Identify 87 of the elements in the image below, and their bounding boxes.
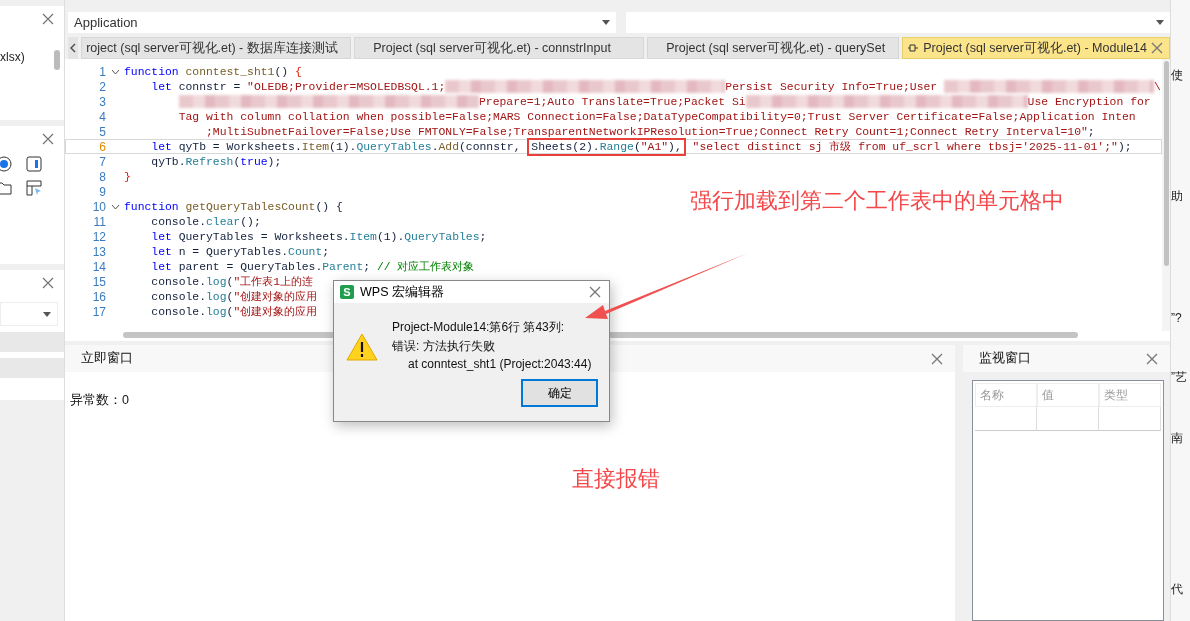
code-text: console.log("创建对象的应用 [150, 289, 318, 304]
line-number: 7 [98, 154, 106, 169]
line-number: 8 [98, 169, 106, 184]
editor-tab[interactable]: roject (sql server可视化.et) - 数据库连接测试 [81, 37, 352, 59]
line-number: 13 [91, 244, 106, 259]
close-icon [42, 277, 54, 289]
line-number: 17 [91, 304, 106, 319]
line-number: 6 [98, 139, 106, 154]
code-text: let connstr = "OLEDB;Provider=MSOLEDBSQL.1; Persist Security Info=True;User \ [150, 80, 1161, 93]
ok-button[interactable]: 确定 [521, 379, 598, 407]
pin-icon [907, 42, 920, 54]
pane-title: 立即窗口 [81, 350, 133, 367]
scroll-left-button[interactable] [68, 37, 79, 59]
warning-icon [346, 333, 378, 361]
code-editor[interactable] [65, 59, 1170, 341]
close-button[interactable] [587, 284, 603, 300]
table-cell[interactable] [975, 407, 1037, 431]
panel-text: 使 [1171, 67, 1184, 84]
code-text: let n = QueryTables.Count; [150, 245, 330, 258]
code-text: console.clear(); [150, 215, 261, 228]
scrollbar-thumb[interactable] [54, 50, 60, 70]
panel-text: 代 [1171, 581, 1184, 598]
error-message: 错误: 方法执行失败 [392, 338, 496, 355]
close-icon [589, 286, 601, 298]
tree-item[interactable]: xlsx) [0, 50, 64, 64]
fold-icon[interactable] [110, 68, 120, 75]
editor-tab[interactable]: Project (sql server可视化.et) - connstrInput [354, 37, 645, 59]
vertical-scrollbar[interactable] [1162, 59, 1170, 331]
folder-icon[interactable] [0, 180, 12, 196]
caret-icon [601, 20, 610, 25]
editor-tab[interactable]: Project (sql server可视化.et) - querySet [647, 37, 900, 59]
code-text: function getQueryTablesCount() { [124, 200, 343, 213]
line-number: 3 [98, 94, 106, 109]
annotation-text: 直接报错 [572, 465, 660, 493]
caret-icon [43, 311, 51, 317]
code-text: let QueryTables = Worksheets.Item(1).QueryTables; [150, 230, 487, 243]
app-icon: S [340, 285, 354, 299]
highlight-frame: Sheets(2).Range("A1"), [527, 137, 686, 156]
annotation-text: 强行加载到第二个工作表中的单元格中 [690, 187, 1064, 215]
code-text: let qyTb = Worksheets.Item(1).QueryTables.Add(connstr, Sheets(2).Range("A1"), "select distinct sj 市级 from uf_scrl where tbsj='2025-11-01';"); [124, 139, 1132, 154]
line-number: 1 [98, 64, 106, 79]
error-message: Project-Module14:第6行 第43列: [392, 319, 566, 336]
line-number: 16 [91, 289, 106, 304]
fold-icon[interactable] [110, 203, 120, 210]
panel-icon[interactable] [26, 156, 42, 172]
close-button[interactable] [40, 11, 56, 27]
close-button[interactable] [40, 275, 56, 291]
line-number: 2 [98, 79, 106, 94]
panel-text: 助 [1171, 188, 1184, 205]
code-text: console.log("创建对象的应用 [150, 304, 318, 319]
line-number: 5 [98, 124, 106, 139]
table-cell[interactable] [1037, 407, 1099, 431]
line-number: 11 [92, 214, 106, 229]
code-text: function conntest_sht1() { [124, 65, 302, 78]
close-button[interactable] [40, 131, 56, 147]
code-text: let parent = QueryTables.Parent; // 对应工作表对象 [150, 259, 475, 274]
panel-text: 南 [1171, 430, 1184, 447]
code-text: ;MultiSubnetFailover=False;Use FMTONLY=False;TransparentNetworkIPResolution=True;Connect Retry Count=1;Connect Retry Interval=10"; [205, 125, 1095, 138]
code-text: qyTb.Refresh(true); [150, 155, 282, 168]
error-message: at conntest_sht1 (Project:2043:44) [407, 357, 592, 371]
line-number: 9 [98, 184, 106, 199]
line-number: 15 [91, 274, 106, 289]
caret-icon [1156, 20, 1164, 25]
line-number: 14 [91, 259, 106, 274]
close-icon [1146, 352, 1158, 365]
table-cell[interactable] [1099, 407, 1161, 431]
code-text: Prepare=1;Auto Translate=True;Packet Si Use Encryption for [124, 95, 1151, 108]
panel-text: ”艺 [1171, 369, 1188, 386]
code-text: console.log("工作表1上的连 [150, 274, 314, 289]
dialog-title: WPS 宏编辑器 [360, 283, 445, 301]
code-text: } [124, 170, 131, 183]
pane-title: 监视窗口 [979, 350, 1031, 367]
panel-text: ”? [1171, 311, 1183, 325]
line-number: 4 [98, 109, 106, 124]
chevron-left-icon [70, 43, 77, 53]
close-icon [42, 133, 54, 145]
close-icon [1151, 42, 1163, 54]
code-text: Tag with column collation when possible=False;MARS Connection=False;DataTypeCompatibility=0;Trust Server Certificate=False;Application Inten [177, 110, 1136, 123]
object-dropdown[interactable]: Application [68, 12, 616, 33]
output-line: 异常数：0 [70, 392, 129, 409]
close-icon [931, 352, 943, 365]
close-icon [42, 13, 54, 25]
radio-icon[interactable] [0, 156, 12, 172]
editor-tab[interactable]: Project (sql server可视化.et) - Module14 [902, 37, 1170, 59]
layout-icon[interactable] [26, 180, 42, 196]
line-number: 12 [91, 229, 106, 244]
line-number: 10 [91, 199, 106, 214]
